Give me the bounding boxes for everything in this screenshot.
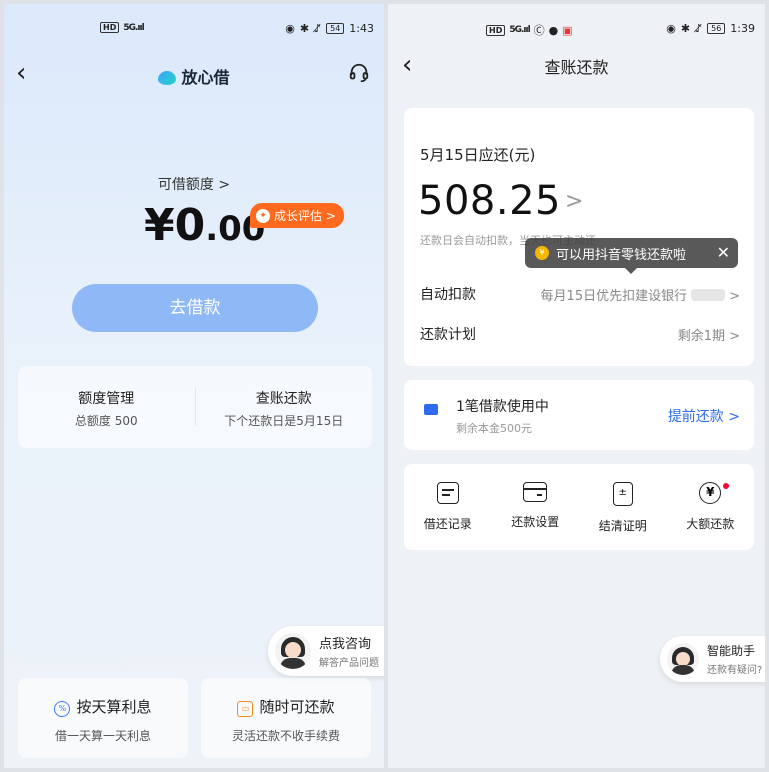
mute-icon: ♪̸ <box>314 22 322 35</box>
quota-management[interactable]: 额度管理 总额度 500 <box>18 366 195 448</box>
due-amount[interactable]: 508.25 > <box>418 178 584 224</box>
tool-repay-settings[interactable]: 还款设置 <box>492 464 580 550</box>
battery-icon: 54 <box>326 23 345 34</box>
active-loan-card: 1笔借款使用中 剩余本金500元 提前还款 > <box>404 380 754 450</box>
home-screen: HD 5G.ııl ◉ ✱ ♪̸ 54 1:43 ‹ 放心借 可借额度 > ¥0… <box>4 4 384 768</box>
available-amount: ¥0.00 <box>144 200 265 251</box>
tool-label: 借还记录 <box>423 517 472 531</box>
tools-card: 借还记录 还款设置 ± 结清证明 ¥ 大额还款 <box>404 464 754 550</box>
notification-icon: ▣ <box>562 23 573 37</box>
avatar <box>667 643 699 675</box>
quota-sub: 总额度 500 <box>74 414 138 428</box>
status-network: HD 5G.ııl <box>100 22 145 33</box>
assistant-sub: 还款有疑问? <box>707 665 763 676</box>
mute-icon: ♪̸ <box>695 22 703 35</box>
eye-icon: ◉ <box>285 22 295 35</box>
battery-icon: 56 <box>707 23 726 34</box>
quota-title: 额度管理 <box>78 391 135 407</box>
page-title: 查账还款 <box>544 58 609 77</box>
wallet-icon <box>424 404 438 415</box>
certificate-icon: ± <box>612 482 633 506</box>
douyin-wallet-tooltip: ¥ 可以用抖音零钱还款啦 ✕ <box>525 238 738 274</box>
app-c-icon: Ⓒ <box>533 24 545 37</box>
bluetooth-icon: ✱ <box>680 22 691 35</box>
status-network: HD 5G.ııl Ⓒ ● ▣ <box>486 22 573 38</box>
record-icon <box>436 482 459 504</box>
assistant-title: 智能助手 <box>707 644 756 658</box>
red-dot-badge <box>722 483 729 489</box>
repay-check[interactable]: 查账还款 下个还款日是5月15日 <box>194 388 373 428</box>
avatar <box>275 633 311 669</box>
plan-value: 剩余1期 > <box>677 328 740 344</box>
status-time: 1:39 <box>730 22 755 35</box>
loan-sub: 剩余本金500元 <box>456 422 532 435</box>
auto-debit-row[interactable]: 自动扣款 每月15日优先扣建设银行 > <box>404 274 754 314</box>
tool-label: 大额还款 <box>686 517 735 531</box>
feature-anytime-repay: ▭ 随时可还款 灵活还款不收手续费 <box>201 678 371 758</box>
feature-daily-interest: % 按天算利息 借一天算一天利息 <box>18 678 188 758</box>
repay-plan-row[interactable]: 还款计划 剩余1期 > <box>404 314 754 354</box>
headset-icon[interactable] <box>348 62 370 84</box>
top-bar: ‹ 放心借 <box>4 56 384 92</box>
bluetooth-icon: ✱ <box>299 22 310 35</box>
auto-debit-value: 每月15日优先扣建设银行 > <box>540 288 740 304</box>
tool-large-repayment[interactable]: ¥ 大额还款 <box>667 464 755 550</box>
signal-icon: 5G.ııl <box>509 25 530 35</box>
status-right: ◉ ✱ ♪̸ 54 1:43 <box>285 22 374 35</box>
feature2-sub: 灵活还款不收手续费 <box>231 729 340 743</box>
consult-title: 点我咨询 <box>319 637 372 652</box>
screenshot-frame: HD 5G.ııl ◉ ✱ ♪̸ 54 1:43 ‹ 放心借 可借额度 > ¥0… <box>0 0 769 772</box>
available-limit-link[interactable]: 可借额度 > <box>4 174 384 194</box>
consult-widget[interactable]: 点我咨询 解答产品问题 <box>268 626 384 676</box>
amount-integer: ¥0 <box>144 200 206 251</box>
hd-icon: HD <box>486 24 506 36</box>
chevron-right-icon: > <box>564 189 584 214</box>
feature1-title: 按天算利息 <box>76 698 152 716</box>
close-icon[interactable]: ✕ <box>717 243 730 262</box>
loan-title: 1笔借款使用中 <box>456 399 549 415</box>
assistant-widget[interactable]: 智能助手 还款有疑问? <box>660 636 765 682</box>
wallet-icon: ▭ <box>237 701 254 717</box>
repay-title: 查账还款 <box>255 391 312 407</box>
tool-records[interactable]: 借还记录 <box>404 464 492 550</box>
brand-title: 放心借 <box>4 64 384 88</box>
signal-icon: 5G.ııl <box>123 22 144 33</box>
eye-icon: ◉ <box>666 22 676 35</box>
feature1-sub: 借一天算一天利息 <box>54 729 151 743</box>
chat-icon: ● <box>548 23 559 37</box>
masked-card-number <box>691 288 726 301</box>
repayment-screen: HD 5G.ııl Ⓒ ● ▣ ◉ ✱ ♪̸ 56 1:39 ‹ 查账还款 5月… <box>388 4 765 768</box>
growth-label: 成长评估 > <box>274 209 336 223</box>
tool-settlement-certificate[interactable]: ± 结清证明 <box>579 464 667 550</box>
due-amount-value: 508.25 <box>418 178 561 224</box>
tool-label: 还款设置 <box>511 515 560 529</box>
borrow-button[interactable]: 去借款 <box>72 284 318 332</box>
growth-icon: ✦ <box>256 208 270 223</box>
brand-name: 放心借 <box>181 68 230 87</box>
consult-sub: 解答产品问题 <box>319 658 379 669</box>
quick-actions-card: 额度管理 总额度 500 查账还款 下个还款日是5月15日 <box>18 366 372 448</box>
prepay-button[interactable]: 提前还款 > <box>668 406 740 426</box>
feature2-title: 随时可还款 <box>259 698 335 716</box>
tool-label: 结清证明 <box>598 519 647 533</box>
brand-logo-icon <box>158 71 177 85</box>
due-label: 5月15日应还(元) <box>420 146 536 164</box>
percent-icon: % <box>54 701 71 717</box>
status-bar: HD 5G.ııl ◉ ✱ ♪̸ 54 1:43 <box>4 4 384 54</box>
yuan-icon: ¥ <box>699 482 722 504</box>
coin-icon: ¥ <box>535 246 549 260</box>
plan-label: 还款计划 <box>420 327 476 343</box>
status-bar: HD 5G.ııl Ⓒ ● ▣ ◉ ✱ ♪̸ 56 1:39 <box>388 4 765 54</box>
status-right: ◉ ✱ ♪̸ 56 1:39 <box>666 22 755 35</box>
hd-icon: HD <box>100 22 120 33</box>
growth-evaluation-badge[interactable]: ✦ 成长评估 > <box>250 203 344 228</box>
status-time: 1:43 <box>349 22 374 35</box>
auto-debit-label: 自动扣款 <box>420 287 476 303</box>
repay-sub: 下个还款日是5月15日 <box>224 414 344 428</box>
tooltip-text: 可以用抖音零钱还款啦 <box>556 247 687 263</box>
card-settings-icon <box>523 482 548 502</box>
